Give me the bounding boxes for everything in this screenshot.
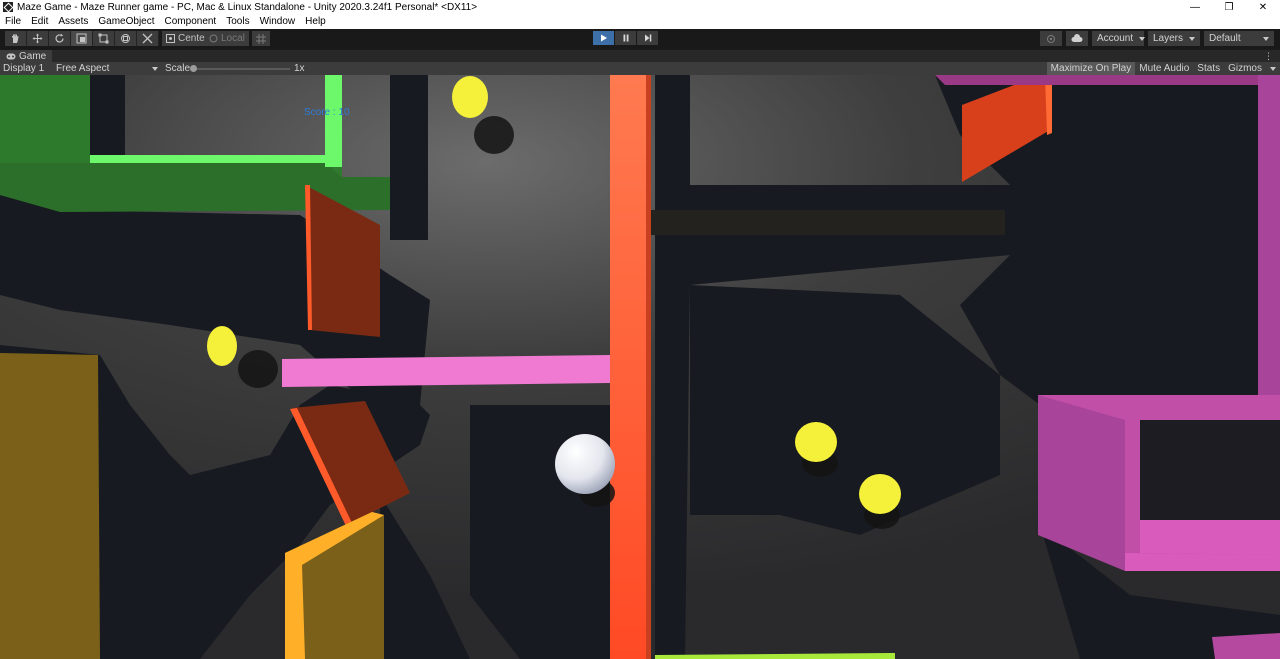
mute-audio-toggle[interactable]: Mute Audio	[1135, 62, 1193, 75]
account-dropdown[interactable]: Account	[1092, 31, 1146, 46]
chevron-down-icon	[1270, 66, 1276, 71]
magenta-wall-right	[1258, 75, 1280, 405]
chevron-down-icon	[1189, 36, 1196, 41]
step-button[interactable]	[637, 31, 658, 45]
menu-component[interactable]: Component	[160, 16, 222, 27]
grid-snap-button[interactable]	[252, 31, 270, 46]
collab-icon[interactable]	[1040, 31, 1062, 46]
title-bar: Maze Game - Maze Runner game - PC, Mac &…	[0, 0, 1280, 14]
custom-tools-icon[interactable]	[137, 31, 159, 46]
tab-game-label: Game	[19, 51, 47, 62]
green-block	[0, 75, 90, 163]
layers-label: Layers	[1153, 33, 1184, 44]
layout-dropdown[interactable]: Default	[1204, 31, 1274, 46]
game-tab-bar: Game ⋮	[0, 49, 1280, 63]
menu-window[interactable]: Window	[255, 16, 301, 27]
display-label: Display 1	[3, 63, 45, 74]
hand-tool-icon[interactable]	[5, 31, 27, 46]
magenta-box-inner	[1140, 420, 1280, 520]
score-label: Score : 10	[304, 107, 350, 118]
local-space-icon	[209, 34, 218, 43]
gizmos-menu-icon[interactable]	[1266, 62, 1280, 75]
pivot-label: Center	[178, 33, 209, 44]
stats-toggle[interactable]: Stats	[1193, 62, 1224, 75]
transform-tool-icon[interactable]	[115, 31, 137, 46]
layers-dropdown[interactable]: Layers	[1148, 31, 1200, 46]
close-button[interactable]: ✕	[1246, 0, 1280, 14]
minimize-button[interactable]: —	[1178, 0, 1212, 14]
pivot-icon	[166, 34, 175, 43]
playmode-controls	[593, 31, 658, 45]
pink-bar	[282, 355, 610, 387]
ledge	[650, 210, 1005, 235]
chevron-down-icon	[152, 66, 158, 71]
magenta-strip	[935, 75, 1280, 85]
aspect-label: Free Aspect	[56, 63, 110, 74]
aspect-dropdown[interactable]: Free Aspect	[56, 62, 158, 75]
magenta-box-bottom	[1125, 553, 1280, 571]
player-ball	[555, 434, 615, 494]
step-icon	[644, 34, 651, 42]
coin	[859, 474, 901, 514]
rotate-tool-icon[interactable]	[49, 31, 71, 46]
pause-icon	[623, 34, 628, 42]
scale-tool-icon[interactable]	[71, 31, 93, 46]
scale-slider-track[interactable]	[195, 68, 290, 70]
game-view-toggles: Maximize On Play Mute Audio Stats Gizmos	[1046, 62, 1280, 75]
scale-value: 1x	[294, 63, 305, 74]
window-controls: — ❐ ✕	[1178, 0, 1280, 14]
maximize-button[interactable]: ❐	[1212, 0, 1246, 14]
maximize-on-play-toggle[interactable]: Maximize On Play	[1046, 62, 1136, 75]
window-title: Maze Game - Maze Runner game - PC, Mac &…	[17, 1, 478, 13]
cloud-icon[interactable]	[1066, 31, 1088, 46]
gizmos-toggle[interactable]: Gizmos	[1224, 62, 1266, 75]
account-label: Account	[1097, 33, 1134, 44]
menu-gameobject[interactable]: GameObject	[93, 16, 159, 27]
menu-assets[interactable]: Assets	[53, 16, 93, 27]
menu-edit[interactable]: Edit	[26, 16, 53, 27]
menu-tools[interactable]: Tools	[221, 16, 254, 27]
menu-help[interactable]: Help	[300, 16, 331, 27]
orange-pillar	[610, 75, 650, 659]
pause-button[interactable]	[615, 31, 636, 45]
coin	[795, 422, 837, 462]
space-label: Local	[221, 33, 245, 44]
pivot-space-toggle[interactable]: Local	[205, 31, 249, 46]
tab-menu-icon[interactable]: ⋮	[1264, 52, 1273, 61]
play-button[interactable]	[593, 31, 614, 45]
grid-icon	[256, 33, 266, 44]
rect-tool-icon[interactable]	[93, 31, 115, 46]
play-icon	[600, 34, 607, 42]
menu-bar: File Edit Assets GameObject Component To…	[0, 14, 1280, 29]
magenta-corner	[1212, 633, 1280, 659]
orange-pillar-side	[646, 75, 651, 659]
display-dropdown[interactable]: Display 1	[3, 62, 44, 75]
coin	[207, 326, 237, 366]
menu-file[interactable]: File	[0, 16, 26, 27]
main-toolbar: Center Local Account Layers Default	[0, 29, 1280, 48]
toolbar-right: Account Layers Default	[1040, 31, 1274, 46]
olive-block-left	[0, 353, 100, 659]
scale-label: Scale	[165, 63, 191, 74]
move-tool-icon[interactable]	[27, 31, 49, 46]
game-options-bar: Display 1 Free Aspect Scale 1x Maximize …	[0, 62, 1280, 75]
magenta-box-inner-lip	[1140, 520, 1280, 555]
layout-label: Default	[1209, 33, 1241, 44]
chevron-down-icon	[1263, 36, 1269, 41]
coin	[452, 76, 488, 118]
game-viewport[interactable]: Score : 10	[0, 75, 1280, 659]
chevron-down-icon	[1139, 36, 1146, 41]
unity-icon	[3, 2, 13, 12]
scale-slider-handle[interactable]	[190, 65, 197, 72]
transform-tools	[5, 31, 159, 46]
green-wall-edge	[325, 75, 342, 167]
gamepad-icon	[6, 53, 16, 60]
game-scene	[0, 75, 1280, 659]
